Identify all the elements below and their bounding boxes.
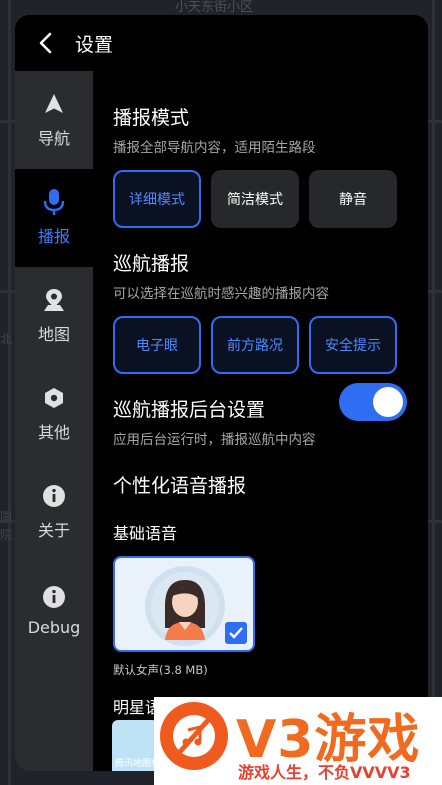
map-side-label: 院 (0, 528, 13, 542)
section-subtitle: 应用后台运行时，播报巡航中内容 (113, 432, 316, 448)
sidebar-item-label: 其他 (37, 423, 70, 442)
default-voice-label: 默认女声(3.8 MB) (113, 663, 208, 677)
settings-sidebar: 导航 播报 地图 其他 关于 Debug (15, 71, 93, 771)
sidebar-item-label: 导航 (37, 129, 70, 148)
section-subtitle: 可以选择在巡航时感兴趣的播报内容 (113, 286, 329, 302)
toggle-knob (373, 387, 403, 417)
checkmark-icon (225, 622, 247, 644)
basic-voice-title: 基础语音 (113, 524, 178, 543)
sidebar-item-other[interactable]: 其他 (15, 365, 93, 463)
mode-concise-button[interactable]: 简洁模式 (211, 170, 299, 228)
mode-mute-button[interactable]: 静音 (309, 170, 397, 228)
mode-detailed-button[interactable]: 详细模式 (113, 170, 201, 228)
map-side-label: 国 (0, 510, 13, 524)
back-arrow-icon[interactable] (37, 32, 59, 54)
info-icon (41, 483, 67, 509)
section-title: 播报模式 (113, 107, 190, 129)
info-icon (41, 584, 67, 610)
map-side-label: 北 (0, 332, 13, 346)
cruise-camera-button[interactable]: 电子眼 (113, 316, 201, 374)
watermark-logo-icon (160, 702, 228, 770)
sidebar-item-about[interactable]: 关于 (15, 463, 93, 561)
broadcast-mode-section: 播报模式 播报全部导航内容，适用陌生路段 详细模式 简洁模式 静音 (113, 103, 397, 228)
sidebar-item-label: 地图 (37, 325, 70, 344)
page-title: 设置 (75, 33, 114, 56)
star-card-caption: 腾讯地图代 (115, 759, 158, 769)
map-street-label: 小天东街小区 (175, 0, 254, 15)
sidebar-item-label: Debug (27, 617, 81, 637)
section-title: 巡航播报 (113, 253, 190, 275)
settings-panel: 设置 导航 播报 地图 其他 关于 Debug 播报模式 播报全部导航内容，适用… (15, 15, 428, 771)
cruise-section: 巡航播报 可以选择在巡航时感兴趣的播报内容 电子眼 前方路况 安全提示 (113, 249, 397, 374)
sidebar-item-navigation[interactable]: 导航 (15, 71, 93, 169)
cruise-safety-button[interactable]: 安全提示 (309, 316, 397, 374)
microphone-icon (41, 189, 67, 215)
default-voice-card[interactable] (113, 556, 255, 652)
navigation-arrow-icon (41, 91, 67, 117)
cruise-options: 电子眼 前方路况 安全提示 (113, 316, 397, 374)
watermark-slogan: 游戏人生，不负VVVV3 (238, 763, 411, 782)
sidebar-item-label: 关于 (37, 521, 70, 540)
settings-content: 播报模式 播报全部导航内容，适用陌生路段 详细模式 简洁模式 静音 巡航播报 可… (93, 71, 428, 771)
broadcast-mode-options: 详细模式 简洁模式 静音 (113, 170, 397, 228)
settings-header: 设置 (15, 15, 428, 71)
star-voice-card[interactable]: 腾讯地图代 黄渤 (112, 720, 158, 771)
section-title: 个性化语音播报 (113, 475, 247, 497)
personal-voice-section: 个性化语音播报 基础语音 默认女声(3.8 MB) 明星语音 (113, 471, 403, 718)
hexagon-icon (41, 385, 67, 411)
watermark-banner: V3游戏 游戏人生，不负VVVV3 (154, 697, 442, 785)
sidebar-item-debug[interactable]: Debug (15, 561, 93, 659)
sidebar-item-map[interactable]: 地图 (15, 267, 93, 365)
map-pin-icon (41, 287, 67, 313)
section-subtitle: 播报全部导航内容，适用陌生路段 (113, 140, 316, 156)
cruise-traffic-button[interactable]: 前方路况 (211, 316, 299, 374)
cruise-background-toggle[interactable] (339, 383, 407, 421)
sidebar-item-label: 播报 (37, 227, 70, 246)
sidebar-item-broadcast[interactable]: 播报 (15, 169, 93, 267)
cruise-background-section: 巡航播报后台设置 应用后台运行时，播报巡航中内容 (113, 395, 316, 448)
section-title: 巡航播报后台设置 (113, 399, 266, 421)
